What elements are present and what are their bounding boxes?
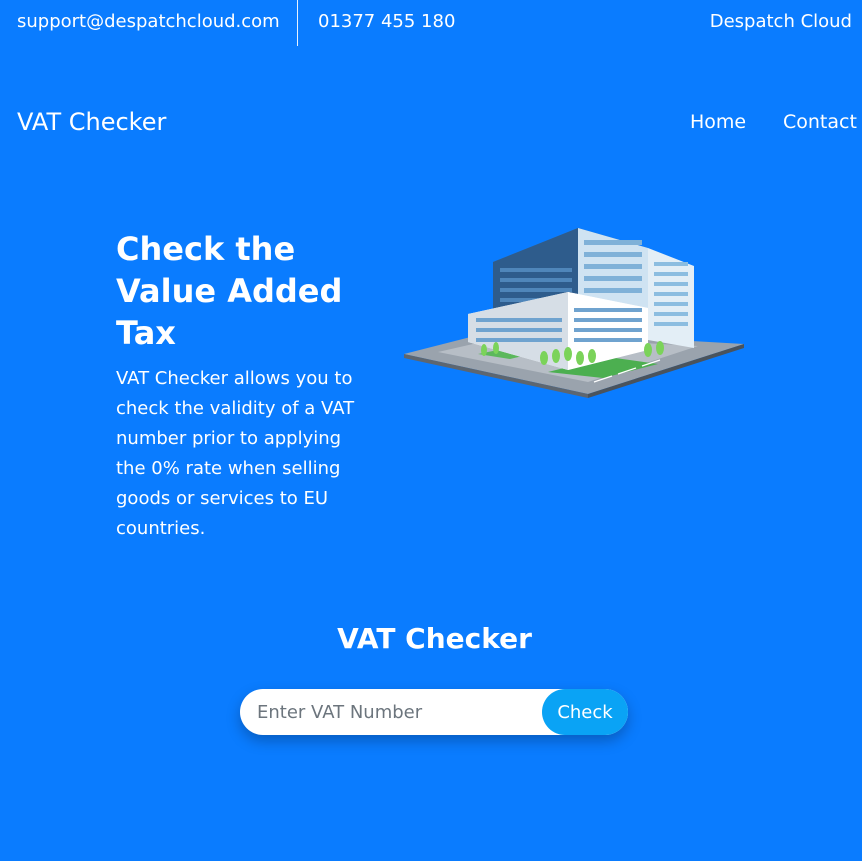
hero-title: Check the Value Added Tax: [116, 230, 343, 352]
check-button[interactable]: Check: [542, 689, 628, 735]
support-email-link[interactable]: support@despatchcloud.com: [17, 11, 280, 32]
office-building-icon: [404, 228, 744, 398]
checker-heading: VAT Checker: [337, 622, 532, 655]
nav-item-contact[interactable]: Contact: [783, 111, 857, 133]
nav-item-home[interactable]: Home: [690, 111, 746, 133]
topbar-divider: [297, 0, 298, 46]
top-contact-bar: support@despatchcloud.com 01377 455 180 …: [0, 0, 862, 46]
vat-search-form: Check: [240, 689, 628, 735]
hero-description: VAT Checker allows you to check the vali…: [116, 368, 355, 539]
vat-number-input[interactable]: [241, 690, 557, 734]
brand-logo-link[interactable]: VAT Checker: [17, 108, 166, 136]
page: support@despatchcloud.com 01377 455 180 …: [0, 0, 862, 861]
company-link[interactable]: Despatch Cloud: [710, 11, 852, 32]
phone-link[interactable]: 01377 455 180: [318, 11, 455, 32]
main-navbar: VAT Checker Home Contact: [0, 100, 862, 148]
